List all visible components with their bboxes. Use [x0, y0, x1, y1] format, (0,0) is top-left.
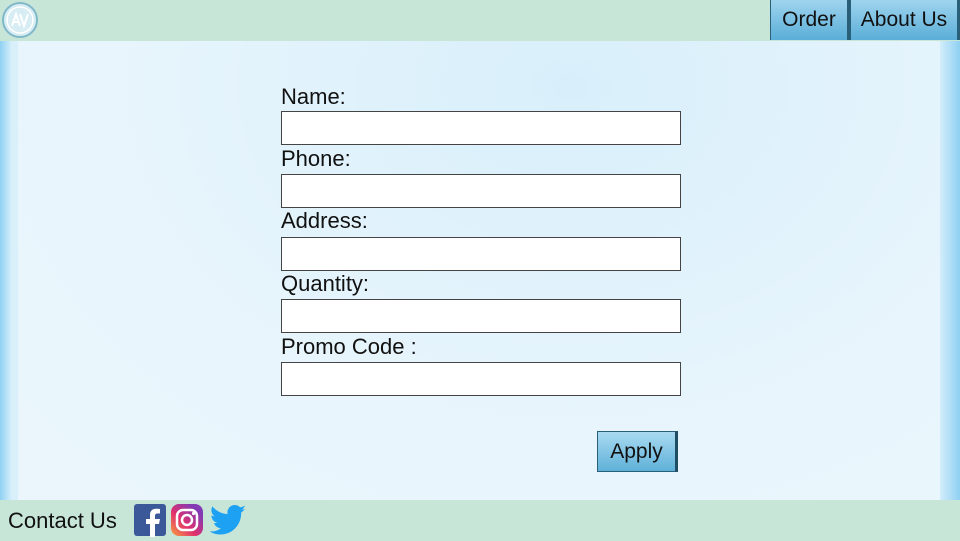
address-field[interactable] [281, 237, 681, 271]
address-label: Address: [281, 208, 368, 233]
nav-about-us-button[interactable]: About Us [850, 0, 960, 40]
name-field[interactable] [281, 111, 681, 145]
name-label: Name: [281, 84, 346, 109]
phone-label: Phone: [281, 146, 351, 171]
promo-code-field[interactable] [281, 362, 681, 396]
facebook-icon[interactable] [133, 503, 167, 537]
instagram-icon[interactable] [170, 503, 204, 537]
contact-us-label: Contact Us [8, 508, 117, 533]
twitter-icon[interactable] [208, 503, 248, 537]
header-bar: Order About Us [0, 0, 960, 41]
av-logo-icon[interactable] [2, 2, 38, 38]
footer-bar: Contact Us [0, 500, 960, 541]
apply-button[interactable]: Apply [597, 431, 678, 472]
quantity-field[interactable] [281, 299, 681, 333]
phone-field[interactable] [281, 174, 681, 208]
promo-code-label: Promo Code : [281, 334, 417, 359]
nav-order-button[interactable]: Order [770, 0, 850, 40]
quantity-label: Quantity: [281, 271, 370, 296]
